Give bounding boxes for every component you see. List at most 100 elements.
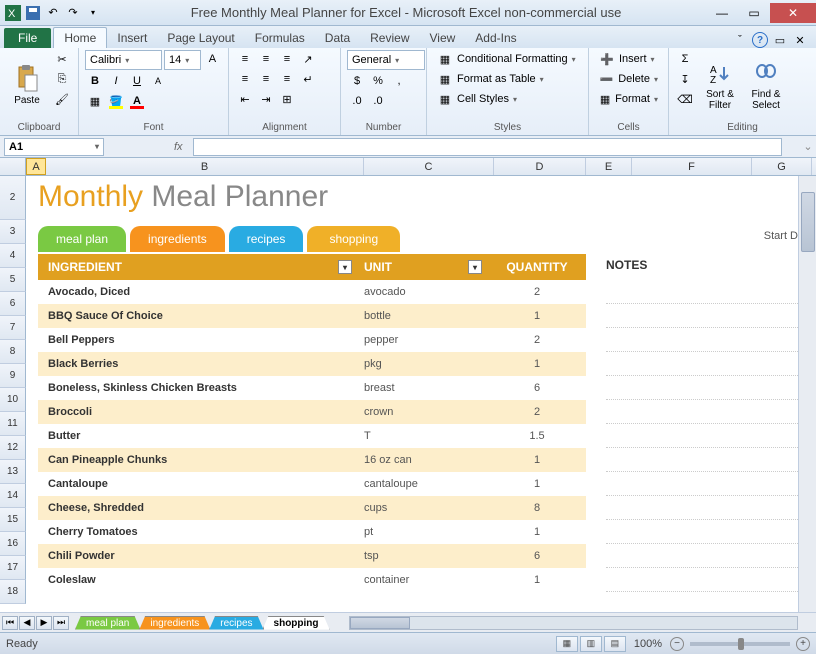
cell-quantity[interactable]: 6 — [488, 550, 586, 562]
cell-quantity[interactable]: 1 — [488, 358, 586, 370]
cell-ingredient[interactable]: Cherry Tomatoes — [38, 526, 358, 538]
cell-unit[interactable]: tsp — [358, 550, 488, 562]
merge-icon[interactable]: ⊞ — [277, 90, 297, 108]
filter-icon[interactable]: ▾ — [338, 260, 352, 274]
cell-quantity[interactable]: 1 — [488, 574, 586, 586]
page-break-view-icon[interactable]: ▤ — [604, 636, 626, 652]
row-header[interactable]: 17 — [0, 556, 26, 580]
template-tab-shopping[interactable]: shopping — [307, 226, 400, 252]
page-layout-view-icon[interactable]: ▥ — [580, 636, 602, 652]
cell-ingredient[interactable]: Black Berries — [38, 358, 358, 370]
fill-icon[interactable]: ↧ — [675, 70, 695, 88]
align-left-icon[interactable]: ≡ — [235, 70, 255, 88]
cell-ingredient[interactable]: BBQ Sauce Of Choice — [38, 310, 358, 322]
tab-insert[interactable]: Insert — [107, 28, 157, 48]
table-row[interactable]: Broccolicrown2 — [38, 400, 586, 424]
cell-ingredient[interactable]: Cheese, Shredded — [38, 502, 358, 514]
paste-button[interactable]: Paste — [6, 50, 48, 120]
column-header[interactable]: A — [26, 158, 46, 175]
cell-ingredient[interactable]: Cantaloupe — [38, 478, 358, 490]
column-header[interactable]: C — [364, 158, 494, 175]
delete-cells-button[interactable]: ➖Delete▾ — [595, 70, 662, 88]
row-header[interactable]: 18 — [0, 580, 26, 604]
row-header[interactable]: 15 — [0, 508, 26, 532]
template-tab-recipes[interactable]: recipes — [229, 226, 304, 252]
cell-unit[interactable]: cups — [358, 502, 488, 514]
maximize-button[interactable]: ▭ — [738, 3, 770, 23]
row-header[interactable]: 3 — [0, 220, 26, 244]
worksheet-grid[interactable]: 23456789101112131415161718 Monthly Meal … — [0, 176, 816, 612]
file-tab[interactable]: File — [4, 28, 51, 48]
undo-icon[interactable]: ↶ — [44, 4, 62, 22]
cell-unit[interactable]: cantaloupe — [358, 478, 488, 490]
format-as-table-button[interactable]: ▦Format as Table▾ — [433, 70, 582, 88]
normal-view-icon[interactable]: ▦ — [556, 636, 578, 652]
first-sheet-icon[interactable]: ⏮ — [2, 616, 18, 630]
next-sheet-icon[interactable]: ▶ — [36, 616, 52, 630]
sheet-tab-shopping[interactable]: shopping — [263, 616, 330, 630]
horizontal-scrollbar[interactable] — [349, 616, 798, 630]
row-header[interactable]: 16 — [0, 532, 26, 556]
tab-view[interactable]: View — [420, 28, 466, 48]
row-header[interactable]: 12 — [0, 436, 26, 460]
zoom-out-button[interactable]: − — [670, 637, 684, 651]
table-row[interactable]: Chili Powdertsp6 — [38, 544, 586, 568]
accounting-icon[interactable]: $ — [347, 72, 367, 90]
increase-indent-icon[interactable]: ⇥ — [256, 90, 276, 108]
font-color-icon[interactable]: A — [127, 92, 147, 110]
expand-formula-icon[interactable]: ⌄ — [800, 140, 816, 153]
cell-ingredient[interactable]: Chili Powder — [38, 550, 358, 562]
row-header[interactable]: 5 — [0, 268, 26, 292]
conditional-formatting-button[interactable]: ▦Conditional Formatting▾ — [433, 50, 582, 68]
cell-unit[interactable]: T — [358, 430, 488, 442]
cell-ingredient[interactable]: Broccoli — [38, 406, 358, 418]
cell-unit[interactable]: crown — [358, 406, 488, 418]
orientation-icon[interactable]: ↗ — [298, 50, 318, 68]
cell-quantity[interactable]: 1 — [488, 478, 586, 490]
table-row[interactable]: Bell Pepperspepper2 — [38, 328, 586, 352]
sheet-tab-meal-plan[interactable]: meal plan — [75, 616, 140, 630]
percent-icon[interactable]: % — [368, 72, 388, 90]
cell-unit[interactable]: pt — [358, 526, 488, 538]
tab-data[interactable]: Data — [315, 28, 360, 48]
header-ingredient[interactable]: INGREDIENT▾ — [38, 260, 358, 274]
border-icon[interactable]: ▦ — [85, 92, 105, 110]
cell-quantity[interactable]: 2 — [488, 286, 586, 298]
table-row[interactable]: Coleslawcontainer1 — [38, 568, 586, 592]
prev-sheet-icon[interactable]: ◀ — [19, 616, 35, 630]
formula-input[interactable] — [193, 138, 782, 156]
template-tab-meal-plan[interactable]: meal plan — [38, 226, 126, 252]
cell-ingredient[interactable]: Boneless, Skinless Chicken Breasts — [38, 382, 358, 394]
close-workbook-icon[interactable]: ✕ — [792, 32, 808, 48]
sheet-content[interactable]: Monthly Meal Planner meal planingredient… — [26, 176, 798, 612]
header-quantity[interactable]: QUANTITY — [488, 260, 586, 274]
redo-icon[interactable]: ↷ — [64, 4, 82, 22]
cell-quantity[interactable]: 1 — [488, 454, 586, 466]
align-middle-icon[interactable]: ≡ — [256, 50, 276, 68]
cell-unit[interactable]: pepper — [358, 334, 488, 346]
vertical-scrollbar[interactable] — [798, 176, 816, 612]
column-header[interactable]: G — [752, 158, 812, 175]
underline-button[interactable]: U — [127, 72, 147, 90]
table-row[interactable]: Cheese, Shreddedcups8 — [38, 496, 586, 520]
cell-quantity[interactable]: 1.5 — [488, 430, 586, 442]
table-row[interactable]: Can Pineapple Chunks16 oz can1 — [38, 448, 586, 472]
filter-icon[interactable]: ▾ — [468, 260, 482, 274]
row-header[interactable]: 13 — [0, 460, 26, 484]
cell-ingredient[interactable]: Butter — [38, 430, 358, 442]
cell-ingredient[interactable]: Coleslaw — [38, 574, 358, 586]
comma-icon[interactable]: , — [389, 72, 409, 90]
italic-button[interactable]: I — [106, 72, 126, 90]
format-cells-button[interactable]: ▦Format▾ — [595, 90, 662, 108]
qat-dropdown-icon[interactable]: ▾ — [84, 4, 102, 22]
row-header[interactable]: 7 — [0, 316, 26, 340]
scroll-thumb[interactable] — [350, 617, 410, 629]
row-header[interactable]: 4 — [0, 244, 26, 268]
cell-ingredient[interactable]: Avocado, Diced — [38, 286, 358, 298]
sheet-tab-ingredients[interactable]: ingredients — [139, 616, 210, 630]
cut-icon[interactable]: ✂ — [52, 50, 72, 68]
table-row[interactable]: BBQ Sauce Of Choicebottle1 — [38, 304, 586, 328]
table-row[interactable]: ButterT1.5 — [38, 424, 586, 448]
cell-unit[interactable]: pkg — [358, 358, 488, 370]
font-name-combo[interactable]: Calibri▾ — [85, 50, 162, 70]
